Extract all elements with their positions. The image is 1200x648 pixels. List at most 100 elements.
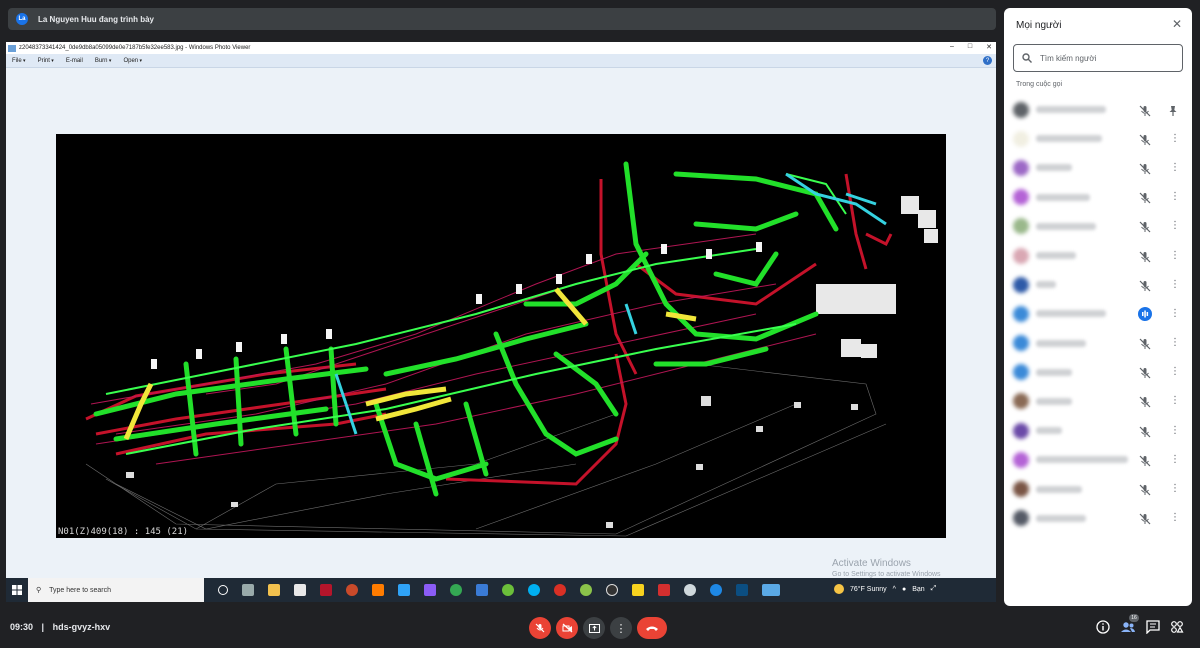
participant-row[interactable]: ⋮ <box>1004 212 1192 241</box>
participant-row[interactable]: ⋮ <box>1004 270 1192 299</box>
participant-more-icon[interactable]: ⋮ <box>1170 454 1180 465</box>
tray-mic-icon: ● <box>901 585 907 593</box>
participant-avatar <box>1013 218 1029 235</box>
participant-more-icon[interactable]: ⋮ <box>1170 279 1180 290</box>
close-panel-button[interactable]: ✕ <box>1170 17 1184 31</box>
photo-viewer-menubar: File Print E-mail Burn Open <box>6 54 996 68</box>
participant-avatar <box>1013 364 1029 381</box>
participant-list: ⋮ ⋮ ⋮ ⋮ ⋮ ⋮ ⋮ ⋮ ⋮ ⋮ ⋮ ⋮ ⋮ ⋮ <box>1004 95 1192 533</box>
participant-name-redacted <box>1036 164 1072 172</box>
app-icon-5 <box>580 584 592 596</box>
activate-subtitle: Go to Settings to activate Windows <box>832 571 941 578</box>
pin-icon[interactable] <box>1167 104 1179 116</box>
participant-row[interactable]: ⋮ <box>1004 445 1192 474</box>
participant-row[interactable]: ⋮ <box>1004 329 1192 358</box>
participant-name-redacted <box>1036 339 1086 347</box>
info-icon <box>1096 620 1110 634</box>
cortana-icon <box>218 585 228 595</box>
tray-label: Bạn <box>912 585 925 593</box>
participant-name-redacted <box>1036 135 1102 143</box>
participant-more-icon[interactable]: ⋮ <box>1170 221 1180 231</box>
participant-more-icon[interactable]: ⋮ <box>1170 484 1180 494</box>
participant-row[interactable]: ⋮ <box>1004 416 1192 445</box>
mic-muted-icon <box>1139 279 1151 292</box>
participant-name-redacted <box>1036 456 1128 464</box>
mic-muted-icon <box>1139 337 1151 350</box>
participant-row[interactable]: ⋮ <box>1004 358 1192 387</box>
mep-model-image: N01(Z)409(18) : 145 (21) <box>56 134 946 538</box>
speaking-indicator-icon <box>1138 306 1152 321</box>
participant-row[interactable]: ⋮ <box>1004 504 1192 533</box>
photo-viewer-title: z2048373341424_0de9db8a05099de0e7187b5fe… <box>19 45 251 51</box>
participant-name-redacted <box>1036 193 1090 201</box>
participant-row[interactable]: ⋮ <box>1004 153 1192 182</box>
close-icon: ✕ <box>1171 17 1183 31</box>
participant-more-icon[interactable]: ⋮ <box>1170 367 1180 377</box>
mep-pipe-drawing: N01(Z)409(18) : 145 (21) <box>58 161 938 537</box>
taskbar-search-icon: ⚲ <box>36 587 42 594</box>
skype-icon <box>528 584 540 596</box>
taskbar-weather: 76°F Sunny ^ ● Bạn ⤢ <box>834 584 936 594</box>
people-button[interactable] <box>1120 620 1136 636</box>
participant-row[interactable]: ⋮ <box>1004 474 1192 503</box>
camera-toggle-button[interactable] <box>556 617 578 639</box>
mic-muted-icon <box>1139 104 1151 117</box>
people-count-badge: 16 <box>1129 614 1139 622</box>
search-icon <box>1022 53 1032 63</box>
participant-more-icon[interactable]: ⋮ <box>1170 308 1180 319</box>
windows-taskbar: ⚲ Type here to search 76°F Sunny ^ ● Bạn <box>6 578 996 602</box>
participant-name-redacted <box>1036 368 1072 376</box>
weather-text: 76°F Sunny <box>850 585 887 593</box>
participant-row[interactable]: ⋮ <box>1004 241 1192 270</box>
participant-more-icon[interactable]: ⋮ <box>1170 396 1180 406</box>
meeting-info: 09:30 | hds-gvyz-hxv <box>10 622 110 632</box>
illustrator-icon <box>372 584 384 596</box>
mic-muted-icon <box>1139 425 1151 438</box>
presenter-bar: La La Nguyen Huu đang trình bày <box>8 8 996 30</box>
photo-viewer-canvas: N01(Z)409(18) : 145 (21) Activate Window… <box>6 68 996 602</box>
app-icon-7 <box>658 584 670 596</box>
sun-icon <box>834 584 844 594</box>
taskbar-search-text: Type here to search <box>49 586 112 594</box>
people-search-input[interactable] <box>1040 53 1170 63</box>
activities-button[interactable] <box>1170 620 1186 636</box>
menu-print: Print <box>38 58 54 64</box>
app-icon-8 <box>684 584 696 596</box>
menu-open: Open <box>123 58 142 64</box>
participant-more-icon[interactable]: ⋮ <box>1170 250 1180 261</box>
clock-time: 09:30 <box>10 622 34 632</box>
participant-avatar <box>1013 481 1029 498</box>
participant-name-redacted <box>1036 397 1072 405</box>
participant-more-icon[interactable]: ⋮ <box>1170 133 1180 144</box>
mic-off-icon <box>535 623 545 633</box>
leave-call-button[interactable] <box>637 617 667 639</box>
tray-chevron-icon: ^ <box>892 585 896 593</box>
participant-row[interactable]: ⋮ <box>1004 387 1192 416</box>
participant-row[interactable]: ⋮ <box>1004 124 1192 153</box>
participant-name-redacted <box>1036 514 1086 522</box>
participant-row[interactable] <box>1004 95 1192 124</box>
participant-more-icon[interactable]: ⋮ <box>1170 338 1180 348</box>
mic-toggle-button[interactable] <box>529 617 551 639</box>
more-options-button[interactable]: ⋮ <box>610 617 632 639</box>
participant-more-icon[interactable]: ⋮ <box>1170 425 1180 436</box>
participant-more-icon[interactable]: ⋮ <box>1170 513 1180 523</box>
hang-up-icon <box>646 626 658 631</box>
present-now-button[interactable] <box>583 617 605 639</box>
participant-row[interactable]: ⋮ <box>1004 299 1192 328</box>
menu-email: E-mail <box>65 57 83 64</box>
meeting-details-button[interactable] <box>1096 620 1112 636</box>
mic-muted-icon <box>1139 191 1151 204</box>
participant-more-icon[interactable]: ⋮ <box>1170 192 1180 202</box>
fullscreen-icon: ⤢ <box>930 585 937 592</box>
mic-muted-icon <box>1139 483 1151 496</box>
camera-off-icon <box>562 623 572 633</box>
menu-file: File <box>12 58 26 64</box>
chat-button[interactable] <box>1146 620 1162 636</box>
participant-row[interactable]: ⋮ <box>1004 183 1192 212</box>
participant-more-icon[interactable]: ⋮ <box>1170 162 1180 173</box>
participant-name-redacted <box>1036 485 1082 493</box>
file-explorer-icon <box>268 584 280 596</box>
people-search[interactable] <box>1013 44 1183 72</box>
people-panel: Mọi người ✕ Trong cuộc gọi ⋮⋮⋮⋮⋮⋮⋮⋮⋮⋮⋮⋮⋮… <box>1004 8 1192 606</box>
